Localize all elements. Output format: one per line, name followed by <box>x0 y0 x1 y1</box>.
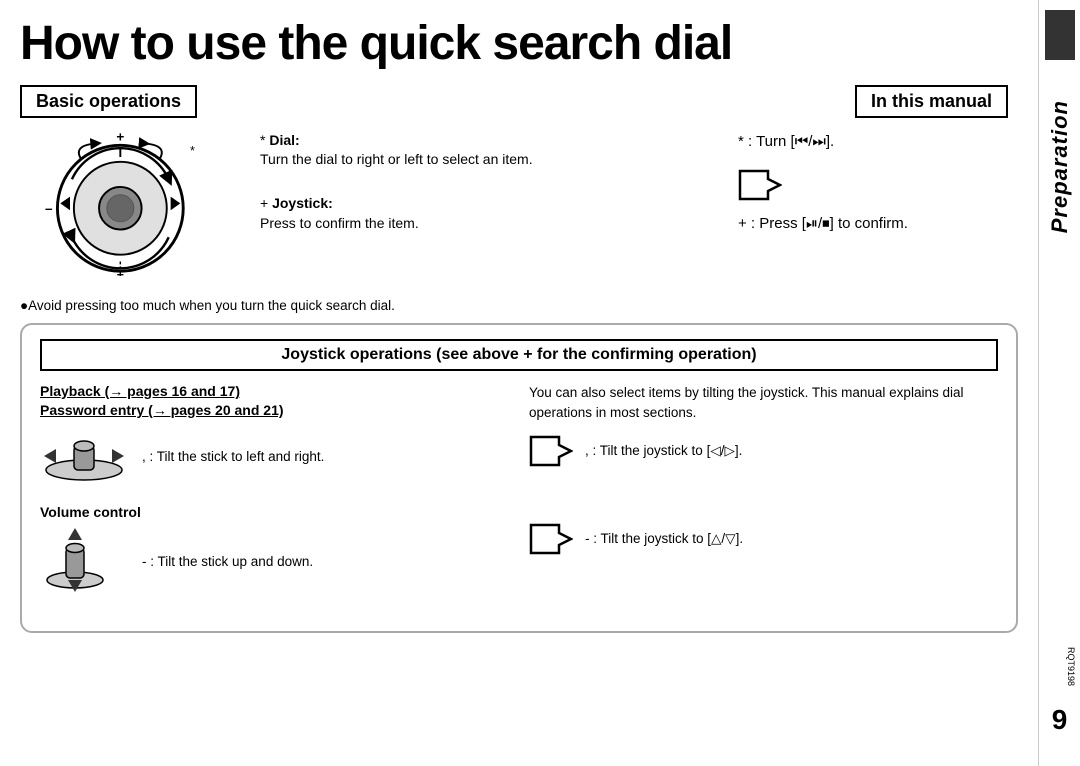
star-turn-text: * : Turn [⏮/⏭]. <box>738 133 834 150</box>
joystick-lr-svg <box>40 428 128 483</box>
lr-row: , : Tilt the stick to left and right. <box>40 428 509 488</box>
joystick-ud-svg <box>40 526 110 594</box>
joystick-lr-img <box>40 428 130 488</box>
rqt-number: RQT9198 <box>1066 647 1076 686</box>
joystick-desc: Press to confirm the item. <box>260 215 419 231</box>
side-tab-bar <box>1045 10 1075 60</box>
ud-desc: - : Tilt the stick up and down. <box>142 553 313 572</box>
joystick-box-title: Joystick operations (see above + for the… <box>40 339 998 371</box>
svg-text:+: + <box>116 129 124 144</box>
ud-row: - : Tilt the stick up and down. <box>40 526 509 599</box>
basic-ops-box: Basic operations <box>20 85 197 118</box>
star-turn-item: * : Turn [⏮/⏭]. <box>738 131 1018 154</box>
dial-desc: Turn the dial to right or left to select… <box>260 151 533 167</box>
dial-label: Dial: <box>269 132 299 148</box>
page-title: How to use the quick search dial <box>20 18 1018 71</box>
joystick-left: Playback (→ pages 16 and 17) Password en… <box>40 383 509 615</box>
arrow-icon <box>738 167 782 203</box>
joystick-item: + Joystick: Press to confirm the item. <box>260 194 728 233</box>
lr-desc: , : Tilt the stick to left and right. <box>142 448 324 467</box>
manual-side: * : Turn [⏮/⏭]. + : Press [⏯/⏹] to confi… <box>738 126 1018 250</box>
header-row: Basic operations In this manual <box>20 85 1018 118</box>
joystick-box: Joystick operations (see above + for the… <box>20 323 1018 633</box>
dial-descriptions: * Dial: Turn the dial to right or left t… <box>260 126 728 243</box>
avoid-note: ●Avoid pressing too much when you turn t… <box>20 298 1018 313</box>
volume-label: Volume control <box>40 504 509 520</box>
svg-text:*: * <box>190 144 195 158</box>
lr-manual-row: , : Tilt the joystick to [◁/▷]. <box>529 433 998 469</box>
joystick-ud-img <box>40 526 130 599</box>
side-tab: Preparation RQT9198 9 <box>1038 0 1080 766</box>
lr-manual-desc: , : Tilt the joystick to [◁/▷]. <box>585 442 742 461</box>
dial-item: * Dial: Turn the dial to right or left t… <box>260 131 728 170</box>
plus-press-text: + : Press [⏯/⏹] to confirm. <box>738 215 908 232</box>
joystick-label: Joystick: <box>272 195 333 211</box>
joystick-main-desc: You can also select items by tilting the… <box>529 383 998 424</box>
joystick-content: Playback (→ pages 16 and 17) Password en… <box>40 383 998 615</box>
ud-manual-row: - : Tilt the joystick to [△/▽]. <box>529 521 998 557</box>
plus-press-item: + : Press [⏯/⏹] to confirm. <box>738 213 1018 236</box>
top-section: + – + * <box>20 126 1018 286</box>
in-manual-box: In this manual <box>855 85 1008 118</box>
page-number: 9 <box>1052 704 1068 736</box>
ud-arrow-icon <box>529 521 573 557</box>
lr-arrow-icon <box>529 433 573 469</box>
plus-marker: + <box>260 195 272 211</box>
joystick-links: Playback (→ pages 16 and 17) Password en… <box>40 383 509 418</box>
playback-link[interactable]: Playback (→ pages 16 and 17) <box>40 383 509 399</box>
svg-text:–: – <box>45 201 53 216</box>
main-container: How to use the quick search dial Basic o… <box>0 0 1080 766</box>
password-link[interactable]: Password entry (→ pages 20 and 21) <box>40 402 509 418</box>
dial-illustration: + – + * <box>20 126 240 276</box>
ud-manual-desc: - : Tilt the joystick to [△/▽]. <box>585 530 743 549</box>
star-marker: * <box>260 132 269 148</box>
content-area: How to use the quick search dial Basic o… <box>0 0 1038 766</box>
dial-area: + – + * <box>20 126 250 281</box>
joystick-right: You can also select items by tilting the… <box>529 383 998 615</box>
preparation-label: Preparation <box>1047 100 1073 233</box>
